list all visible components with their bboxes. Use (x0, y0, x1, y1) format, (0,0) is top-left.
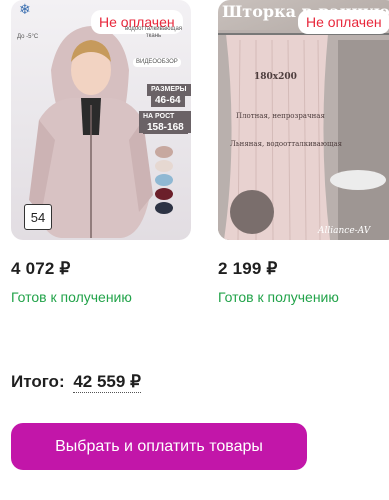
pay-button[interactable]: Выбрать и оплатить товары (11, 423, 307, 470)
color-swatch (155, 174, 173, 186)
product-price: 2 199 ₽ (218, 259, 278, 278)
item-count-label: 54 (24, 204, 52, 230)
product-card-1[interactable]: Не оплачен ❄ До -5°C водоотталкивающая т… (11, 0, 191, 305)
height-value: 158-168 (143, 122, 188, 134)
brand-label: Alliance-AV (318, 226, 371, 236)
curtain-text-1: Плотная, непрозрачная (236, 112, 325, 120)
curtain-size: 180х200 (254, 72, 297, 82)
color-swatch (155, 202, 173, 214)
video-review-label: ВИДЕООБЗОР (133, 58, 181, 67)
snowflake-icon: ❄ (19, 1, 31, 17)
product-price: 4 072 ₽ (11, 259, 71, 278)
temp-label: До -5°C (17, 34, 39, 40)
total-label: Итого: (11, 372, 65, 391)
product-card-2[interactable]: Шторка в ванную Не оплачен 180х200 Плотн… (218, 0, 389, 305)
color-swatch (155, 146, 173, 158)
color-swatch (155, 160, 173, 172)
product-status: Готов к получению (11, 289, 132, 305)
unpaid-badge: Не оплачен (298, 10, 389, 34)
total-value[interactable]: 42 559 ₽ (73, 372, 141, 393)
feature-label: водоотталкивающая ткань (124, 26, 183, 39)
color-swatch (155, 188, 173, 200)
curtain-text-2: Льняная, водоотталкивающая (230, 140, 343, 148)
curtain-illustration (218, 30, 389, 240)
sizes-value: 46-64 (151, 95, 185, 107)
product-image-jacket[interactable]: Не оплачен ❄ До -5°C водоотталкивающая т… (11, 0, 191, 240)
order-total: Итого: 42 559 ₽ (11, 372, 141, 393)
product-status: Готов к получению (218, 289, 339, 305)
product-image-curtain[interactable]: Шторка в ванную Не оплачен 180х200 Плотн… (218, 0, 389, 240)
